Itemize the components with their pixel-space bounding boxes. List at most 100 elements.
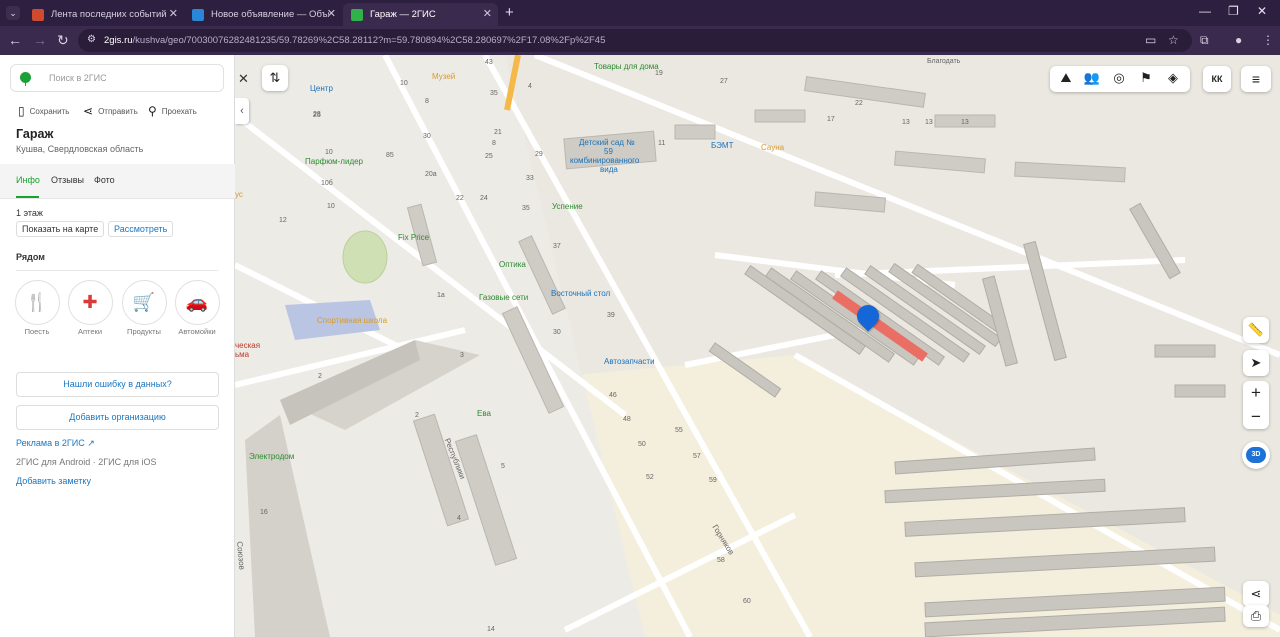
map-label[interactable]: Оптика: [499, 260, 526, 269]
house-number: 37: [553, 243, 561, 250]
map-label[interactable]: ус: [235, 190, 243, 199]
close-tab-icon[interactable]: ✕: [327, 7, 336, 20]
map-label[interactable]: Газовые сети: [479, 293, 528, 302]
map-label[interactable]: Спортивная школа: [317, 316, 387, 325]
nearby-grocery[interactable]: 🛒 Продукты: [119, 280, 169, 336]
tab-info[interactable]: Инфо: [16, 175, 40, 185]
nearby-car-wash[interactable]: 🚗 Автомойки: [172, 280, 222, 336]
search-input[interactable]: Поиск в 2ГИС: [10, 64, 224, 92]
collapse-panel-button[interactable]: ‹: [235, 98, 249, 124]
back-icon[interactable]: ←: [8, 32, 22, 48]
layers-icon[interactable]: ◈: [1163, 70, 1183, 88]
route-button[interactable]: ⚲ Проехать: [148, 104, 197, 118]
map-label[interactable]: Восточный стол: [551, 289, 610, 298]
restore-icon[interactable]: ❐: [1228, 4, 1239, 18]
map-label[interactable]: Центр: [310, 84, 333, 93]
map-label[interactable]: Успение: [552, 202, 583, 211]
zoom-out-icon[interactable]: −: [1243, 405, 1269, 429]
map-label[interactable]: Товары для дома: [594, 62, 659, 71]
house-number: 11: [658, 140, 666, 147]
nearby-pharmacy[interactable]: ✚ Аптеки: [65, 280, 115, 336]
route-icon[interactable]: ⛰: [1056, 70, 1076, 88]
fork-knife-icon: 🍴: [14, 280, 60, 325]
map-label[interactable]: Автозапчасти: [604, 357, 655, 366]
house-number: 13: [902, 119, 910, 126]
place-subtitle: Кушва, Свердловская область: [16, 144, 144, 154]
browser-tab-bar: ⌄ Лента последних событий Ека ✕ Новое об…: [0, 0, 1280, 26]
house-number: 4: [528, 83, 532, 90]
reload-icon[interactable]: ↻: [57, 32, 69, 48]
map-label[interactable]: вида: [600, 165, 618, 174]
map-label[interactable]: Fix Price: [398, 233, 429, 242]
3d-toggle-button[interactable]: 3D: [1242, 441, 1270, 469]
new-tab-button[interactable]: +: [505, 4, 514, 21]
locate-me-icon[interactable]: ➤: [1243, 350, 1269, 376]
map-canvas[interactable]: [235, 55, 1280, 637]
signs-icon[interactable]: ⚑: [1136, 70, 1156, 88]
place-tabs: Инфо Отзывы Фото: [0, 164, 235, 199]
report-error-button[interactable]: Нашли ошибку в данных?: [16, 372, 219, 397]
active-tab-indicator: [16, 196, 39, 198]
install-app-icon[interactable]: ▭: [1145, 33, 1156, 47]
map-label[interactable]: БЭМТ: [711, 141, 733, 150]
map-view[interactable]: Музей Центр Товары для дома Детский сад …: [235, 55, 1280, 637]
tab-list-button[interactable]: ⌄: [6, 6, 20, 20]
route-label: Проехать: [161, 106, 197, 116]
tab-reviews[interactable]: Отзывы: [51, 175, 84, 185]
house-number: 55: [675, 427, 683, 434]
house-number: 12: [279, 217, 287, 224]
forward-icon[interactable]: →: [33, 32, 47, 48]
nearby-food[interactable]: 🍴 Поесть: [12, 280, 62, 336]
share-icon[interactable]: ⋖: [1243, 581, 1269, 607]
close-tab-icon[interactable]: ✕: [483, 7, 492, 20]
nearby-label: Поесть: [24, 327, 50, 336]
add-organization-button[interactable]: Добавить организацию: [16, 405, 219, 430]
house-number: 19: [655, 70, 663, 77]
map-label[interactable]: комбинированного: [570, 156, 639, 165]
map-label[interactable]: Электродом: [249, 452, 294, 461]
house-number: 46: [609, 392, 617, 399]
close-tab-icon[interactable]: ✕: [169, 7, 178, 20]
route-mode-button[interactable]: ⇅: [262, 65, 288, 91]
map-label[interactable]: Сауна: [761, 143, 784, 152]
compass-icon[interactable]: ◎: [1109, 70, 1129, 88]
browser-tab[interactable]: Лента последних событий Ека ✕: [24, 3, 184, 26]
tab-photos[interactable]: Фото: [94, 175, 115, 185]
url-field[interactable]: ⚙ 2gis.ru/kushva/geo/70030076282481235/5…: [78, 29, 1192, 52]
map-label[interactable]: Детский сад №: [579, 138, 635, 147]
house-number: 13: [961, 119, 969, 126]
map-label[interactable]: Парфюм-лидер: [305, 157, 363, 166]
add-note-link[interactable]: Добавить заметку: [16, 476, 91, 486]
browser-tab-active[interactable]: Гараж — 2ГИС ✕: [343, 3, 498, 26]
user-avatar-button[interactable]: КК: [1203, 66, 1231, 92]
print-icon[interactable]: ⎙: [1243, 605, 1269, 627]
profile-icon[interactable]: ●: [1235, 33, 1242, 47]
zoom-in-icon[interactable]: +: [1243, 381, 1269, 405]
map-label[interactable]: Ева: [477, 409, 491, 418]
ads-link[interactable]: Реклама в 2ГИС ↗: [16, 438, 95, 449]
browser-menu-icon[interactable]: ⋮: [1262, 33, 1274, 47]
send-button[interactable]: ⋖ Отправить: [83, 104, 138, 118]
close-window-icon[interactable]: ✕: [1257, 4, 1267, 18]
people-icon[interactable]: 👥: [1082, 70, 1102, 88]
site-info-icon[interactable]: ⚙: [87, 34, 96, 45]
show-on-map-button[interactable]: Показать на карте: [16, 221, 105, 237]
basket-icon: 🛒: [121, 280, 167, 325]
save-button[interactable]: ▯ Сохранить: [18, 104, 69, 118]
view-button[interactable]: Рассмотреть: [108, 221, 174, 237]
extensions-icon[interactable]: ⧉: [1200, 33, 1209, 48]
map-label[interactable]: ьма: [235, 350, 249, 359]
menu-icon[interactable]: ≡: [1241, 66, 1271, 92]
ruler-icon[interactable]: 📏: [1243, 317, 1269, 343]
close-panel-icon[interactable]: ✕: [238, 71, 249, 87]
map-label[interactable]: Музей: [432, 72, 455, 81]
bookmark-star-icon[interactable]: ☆: [1168, 33, 1179, 47]
house-number: 33: [526, 175, 534, 182]
map-label[interactable]: ческая: [235, 341, 260, 350]
apps-links[interactable]: 2ГИС для Android · 2ГИС для iOS: [16, 457, 156, 467]
house-number: 58: [717, 557, 725, 564]
house-number: 57: [693, 453, 701, 460]
minimize-icon[interactable]: —: [1199, 4, 1211, 18]
browser-tab[interactable]: Новое объявление — Объявл ✕: [184, 3, 342, 26]
map-label[interactable]: 59: [604, 147, 613, 156]
